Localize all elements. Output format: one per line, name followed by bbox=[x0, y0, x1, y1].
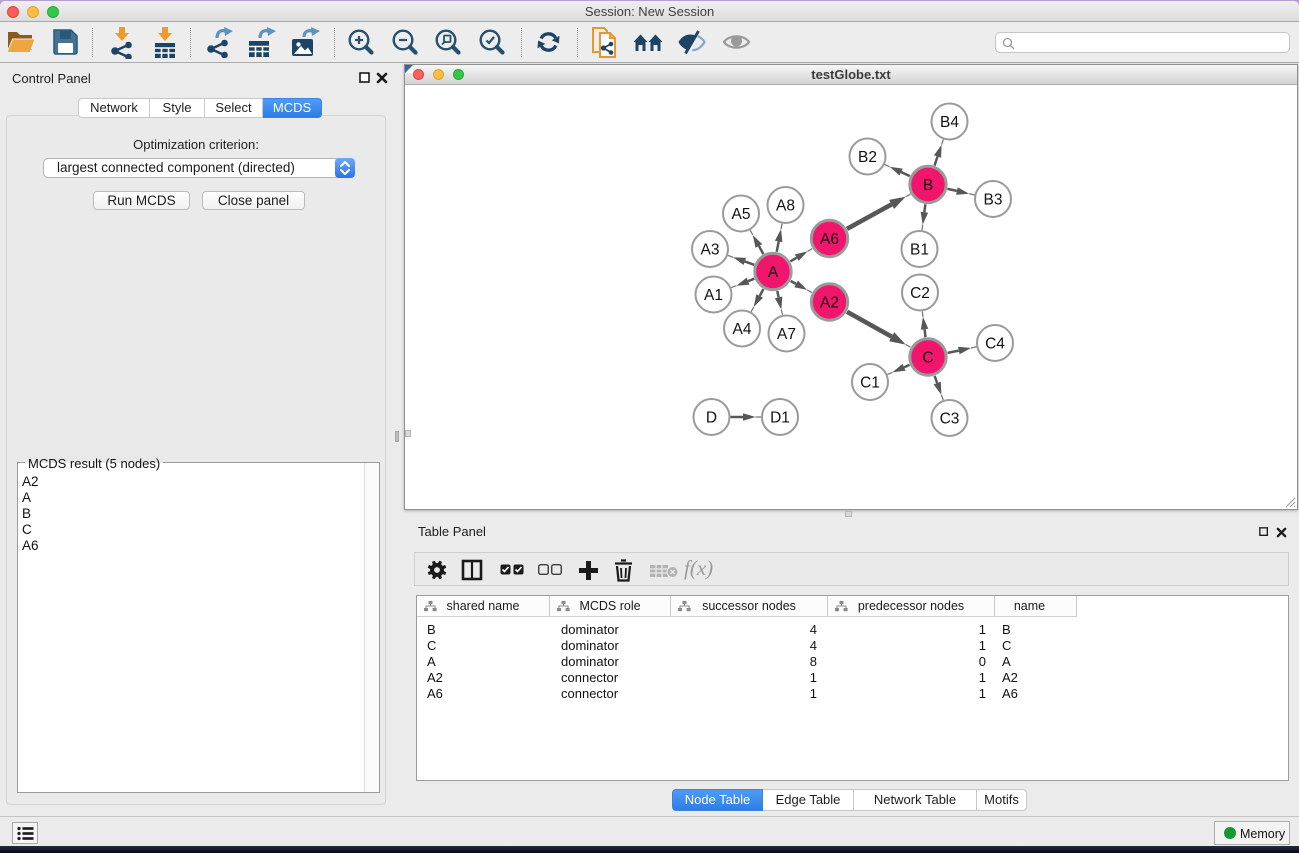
svg-text:A7: A7 bbox=[777, 326, 796, 343]
svg-text:D1: D1 bbox=[770, 410, 790, 427]
svg-text:C3: C3 bbox=[940, 411, 960, 428]
svg-text:A3: A3 bbox=[701, 242, 720, 259]
svg-text:A2: A2 bbox=[820, 295, 839, 312]
svg-text:A5: A5 bbox=[732, 206, 751, 223]
svg-text:C: C bbox=[922, 350, 933, 367]
svg-text:B1: B1 bbox=[910, 242, 929, 259]
svg-text:C1: C1 bbox=[860, 375, 880, 392]
svg-text:B4: B4 bbox=[940, 114, 959, 131]
svg-text:B2: B2 bbox=[858, 149, 877, 166]
svg-text:C4: C4 bbox=[985, 336, 1005, 353]
svg-text:A4: A4 bbox=[733, 321, 752, 338]
svg-text:B3: B3 bbox=[984, 192, 1003, 209]
svg-text:D: D bbox=[706, 410, 717, 427]
svg-text:A6: A6 bbox=[820, 231, 839, 248]
svg-text:A: A bbox=[768, 264, 779, 281]
svg-text:C2: C2 bbox=[910, 285, 930, 302]
svg-text:A8: A8 bbox=[776, 198, 795, 215]
svg-text:A1: A1 bbox=[704, 287, 723, 304]
svg-text:B: B bbox=[923, 177, 933, 194]
